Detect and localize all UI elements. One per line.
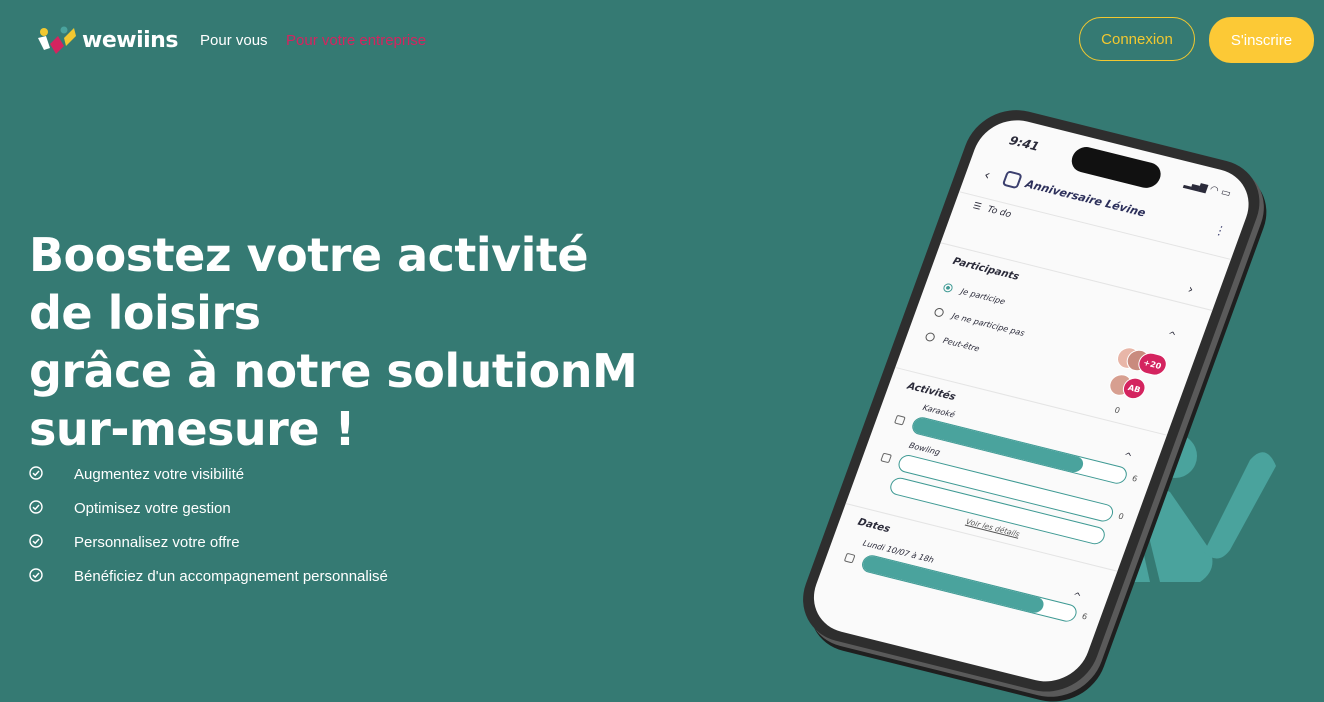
todo-label: To do (985, 204, 1013, 221)
radio-label: Je ne participe pas (950, 311, 1026, 338)
chevron-up-icon[interactable]: ^ (1121, 451, 1133, 463)
radio-je-ne-participe-pas[interactable]: Je ne participe pas (933, 307, 1026, 338)
feature-label: Augmentez votre visibilité (74, 466, 245, 483)
radio-icon (933, 307, 945, 318)
progress-fill (860, 554, 1047, 615)
activity-label: Bowling (907, 440, 942, 458)
calendar-icon (1001, 170, 1023, 190)
feature-label: Bénéficiez d'un accompagnement personnal… (74, 568, 388, 585)
hero-title-line: sur-mesure ! (29, 402, 356, 456)
check-circle-icon (29, 568, 43, 582)
phone-mockup: 9:41 ▂▄▆ ◠ ▭ ‹ Anniversaire Lévine ⋮ ☰ T… (742, 100, 1274, 702)
check-circle-icon (29, 500, 43, 514)
phone-device: 9:41 ▂▄▆ ◠ ▭ ‹ Anniversaire Lévine ⋮ ☰ T… (789, 100, 1274, 702)
activities-heading: Activités (905, 380, 958, 404)
radio-selected-icon (942, 282, 954, 294)
activity-label: Karaoké (921, 403, 957, 420)
radio-icon (924, 331, 937, 343)
dynamic-island (1068, 144, 1165, 191)
check-circle-icon (29, 534, 43, 548)
chevron-right-icon[interactable]: › (1186, 282, 1195, 296)
maybe-count: 0 (1113, 405, 1122, 416)
chevron-up-icon[interactable]: ^ (1165, 330, 1177, 342)
status-icons: ▂▄▆ ◠ ▭ (1182, 177, 1233, 200)
hero-title-line: Boostez votre activité (29, 228, 589, 282)
login-button[interactable]: Connexion (1079, 17, 1195, 61)
date-count: 6 (1080, 611, 1089, 622)
nav-link-pour-vous[interactable]: Pour vous (200, 32, 268, 49)
chevron-up-icon[interactable]: ^ (1070, 591, 1082, 603)
hero-title: Boostez votre activité de loisirs grâce … (29, 226, 638, 458)
dates-heading: Dates (856, 516, 892, 536)
back-arrow-icon[interactable]: ‹ (982, 167, 993, 183)
more-options-icon[interactable]: ⋮ (1212, 222, 1228, 238)
list-icon: ☰ (971, 201, 983, 213)
checkbox[interactable] (880, 452, 893, 464)
nav-link-pour-entreprise[interactable]: Pour votre entreprise (286, 32, 426, 49)
checkbox[interactable] (843, 552, 856, 564)
feature-label: Personnalisez votre offre (74, 534, 240, 551)
signup-button[interactable]: S'inscrire (1209, 17, 1314, 63)
radio-label: Je participe (959, 286, 1007, 307)
radio-peut-etre[interactable]: Peut-être (924, 331, 981, 354)
top-nav: wewiins Pour vous Pour votre entreprise … (0, 0, 1324, 82)
hero-title-line: grâce à notre solutionM (29, 344, 638, 398)
date-progress-bar (859, 553, 1080, 624)
progress-fill (897, 454, 903, 470)
check-circle-icon (29, 466, 43, 480)
radio-label: Peut-être (941, 336, 981, 354)
feature-label: Optimisez votre gestion (74, 500, 231, 517)
radio-je-participe[interactable]: Je participe (942, 282, 1007, 307)
logo-wordmark: wewiins (82, 28, 178, 53)
logo-mark-icon (38, 26, 76, 54)
wewiins-logo[interactable]: wewiins (36, 24, 178, 58)
hero-title-line: de loisirs (29, 286, 261, 340)
activity-count: 6 (1130, 473, 1139, 484)
checkbox[interactable] (893, 414, 906, 426)
activity-count: 0 (1116, 511, 1125, 522)
status-time: 9:41 (1007, 133, 1042, 154)
